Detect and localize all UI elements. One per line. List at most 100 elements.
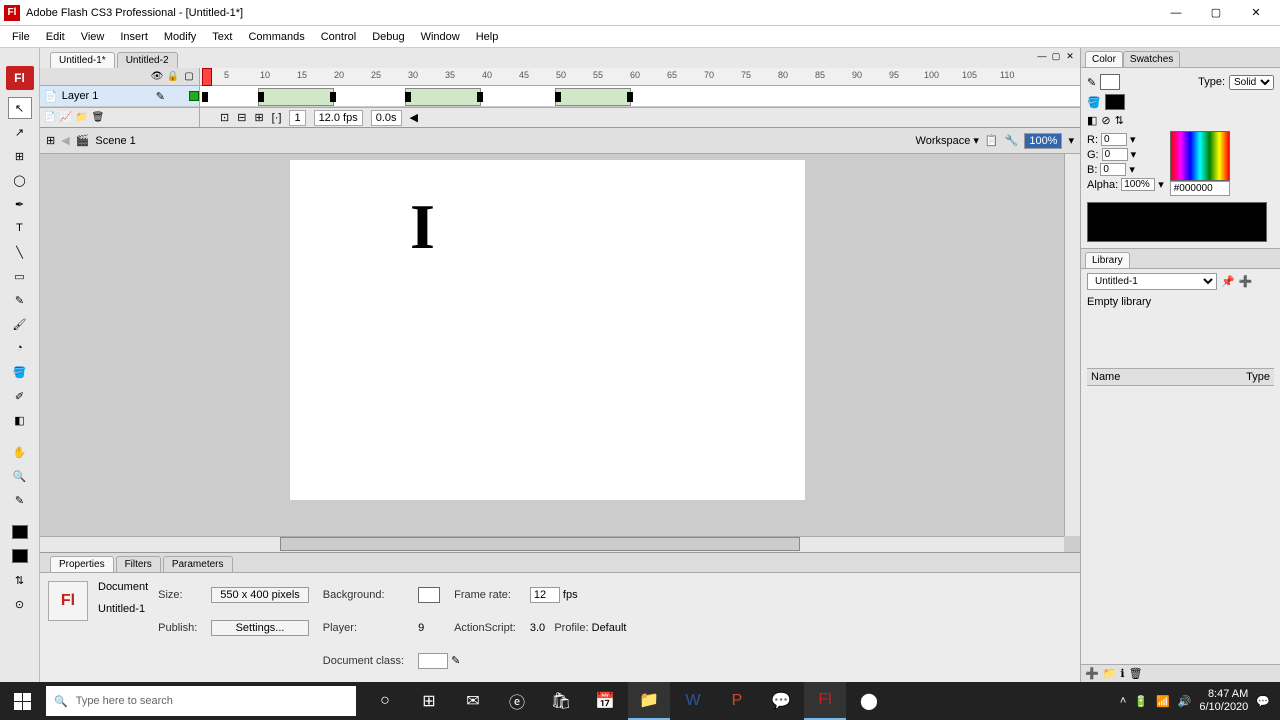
black-white-icon[interactable]: ◧ bbox=[1087, 114, 1097, 127]
line-tool[interactable]: ╲ bbox=[8, 241, 32, 263]
stroke-swatch[interactable] bbox=[8, 521, 32, 543]
no-color-icon[interactable]: ⊘ bbox=[1101, 114, 1110, 127]
edge-icon[interactable]: ⓔ bbox=[496, 682, 538, 720]
background-swatch[interactable] bbox=[418, 587, 440, 603]
show-hide-icon[interactable]: 👁 bbox=[151, 70, 163, 82]
hex-input[interactable] bbox=[1170, 181, 1230, 196]
new-layer-button[interactable]: 📄 bbox=[44, 112, 56, 124]
scrollbar-thumb[interactable] bbox=[280, 537, 800, 551]
library-col-name[interactable]: Name bbox=[1091, 371, 1246, 383]
doc-tab-1[interactable]: Untitled-1* bbox=[50, 52, 115, 68]
wifi-icon[interactable]: 📶 bbox=[1156, 695, 1170, 708]
menu-view[interactable]: View bbox=[73, 29, 113, 45]
explorer-icon[interactable]: 📁 bbox=[628, 682, 670, 720]
onion-outlines-icon[interactable]: ⊟ bbox=[237, 111, 246, 124]
new-folder-button[interactable]: 📁 bbox=[76, 112, 88, 124]
keyframe[interactable] bbox=[477, 92, 483, 102]
b-spinner-icon[interactable]: ▾ bbox=[1129, 163, 1135, 176]
r-spinner-icon[interactable]: ▾ bbox=[1130, 133, 1136, 146]
timeline-ruler[interactable]: 5 10 15 20 25 30 35 40 45 50 55 60 65 70… bbox=[200, 68, 1080, 86]
swap-colors[interactable]: ⇅ bbox=[8, 569, 32, 591]
onion-skin-icon[interactable]: ⊡ bbox=[220, 111, 229, 124]
timeline-close-icon[interactable]: ✕ bbox=[1064, 50, 1076, 62]
properties-icon[interactable]: ℹ bbox=[1120, 667, 1124, 680]
color-spectrum[interactable] bbox=[1170, 131, 1230, 181]
lasso-tool[interactable]: ◯ bbox=[8, 169, 32, 191]
new-library-icon[interactable]: ➕ bbox=[1239, 275, 1253, 288]
battery-icon[interactable]: 🔋 bbox=[1134, 695, 1148, 708]
ink-bottle-tool[interactable]: ◔ bbox=[8, 337, 32, 359]
fill-color-icon[interactable]: 🪣 bbox=[1087, 96, 1101, 109]
brush-tool[interactable]: 🖌 bbox=[8, 313, 32, 335]
menu-debug[interactable]: Debug bbox=[364, 29, 412, 45]
edit-class-icon[interactable]: ✎ bbox=[451, 655, 460, 667]
minimize-button[interactable]: — bbox=[1164, 4, 1188, 22]
edit-scene-icon[interactable]: ⊞ bbox=[46, 134, 55, 147]
framerate-input[interactable] bbox=[530, 587, 560, 603]
menu-control[interactable]: Control bbox=[313, 29, 364, 45]
cortana-icon[interactable]: ○ bbox=[364, 682, 406, 720]
edit-scene-button[interactable]: 📋 bbox=[985, 134, 999, 147]
tab-swatches[interactable]: Swatches bbox=[1123, 51, 1180, 67]
g-spinner-icon[interactable]: ▾ bbox=[1131, 148, 1137, 161]
pencil-tool[interactable]: ✎ bbox=[8, 289, 32, 311]
delete-layer-button[interactable]: 🗑 bbox=[92, 112, 104, 124]
tween-span-1[interactable] bbox=[258, 88, 334, 106]
stroke-color-tool[interactable]: ✎ bbox=[8, 489, 32, 511]
volume-icon[interactable]: 🔊 bbox=[1178, 695, 1192, 708]
line-icon[interactable]: 💬 bbox=[760, 682, 802, 720]
close-button[interactable]: ✕ bbox=[1244, 4, 1268, 22]
document-class-input[interactable] bbox=[418, 653, 448, 669]
vertical-scrollbar[interactable] bbox=[1064, 154, 1080, 536]
modify-markers-icon[interactable]: [·] bbox=[272, 112, 282, 124]
tab-parameters[interactable]: Parameters bbox=[163, 556, 233, 572]
frame-row[interactable] bbox=[200, 86, 1080, 108]
new-symbol-icon[interactable]: ➕ bbox=[1085, 667, 1099, 680]
playhead[interactable] bbox=[202, 68, 212, 86]
doc-tab-2[interactable]: Untitled-2 bbox=[117, 52, 178, 68]
outline-icon[interactable]: ▢ bbox=[183, 70, 195, 82]
menu-edit[interactable]: Edit bbox=[38, 29, 73, 45]
menu-commands[interactable]: Commands bbox=[240, 29, 312, 45]
word-icon[interactable]: W bbox=[672, 682, 714, 720]
edit-multiple-icon[interactable]: ⊞ bbox=[254, 111, 263, 124]
scroll-left-icon[interactable]: ◀ bbox=[410, 111, 418, 124]
scene-name[interactable]: Scene 1 bbox=[95, 135, 135, 147]
stroke-color-icon[interactable]: ✎ bbox=[1087, 76, 1096, 89]
b-input[interactable] bbox=[1100, 163, 1126, 176]
keyframe[interactable] bbox=[258, 92, 264, 102]
eraser-tool[interactable]: ◧ bbox=[8, 409, 32, 431]
store-icon[interactable]: 🛍 bbox=[540, 682, 582, 720]
tab-library[interactable]: Library bbox=[1085, 252, 1130, 268]
tray-expand-icon[interactable]: ˄ bbox=[1120, 695, 1126, 707]
keyframe[interactable] bbox=[405, 92, 411, 102]
library-document-select[interactable]: Untitled-1 bbox=[1087, 273, 1217, 290]
rectangle-tool[interactable]: ▭ bbox=[8, 265, 32, 287]
subselection-tool[interactable]: ↗ bbox=[8, 121, 32, 143]
menu-modify[interactable]: Modify bbox=[156, 29, 204, 45]
obs-icon[interactable]: ⬤ bbox=[848, 682, 890, 720]
alpha-input[interactable] bbox=[1121, 178, 1155, 191]
start-button[interactable] bbox=[0, 682, 44, 720]
powerpoint-icon[interactable]: P bbox=[716, 682, 758, 720]
menu-insert[interactable]: Insert bbox=[112, 29, 156, 45]
zoom-dropdown-icon[interactable]: ▾ bbox=[1068, 134, 1074, 147]
fill-type-select[interactable]: Solid bbox=[1229, 75, 1274, 90]
menu-help[interactable]: Help bbox=[468, 29, 507, 45]
library-col-type[interactable]: Type bbox=[1246, 371, 1270, 383]
swap-colors-icon[interactable]: ⇅ bbox=[1115, 114, 1124, 127]
r-input[interactable] bbox=[1101, 133, 1127, 146]
fill-swatch[interactable] bbox=[8, 545, 32, 567]
lock-icon[interactable]: 🔒 bbox=[167, 70, 179, 82]
tab-properties[interactable]: Properties bbox=[50, 556, 114, 572]
pen-tool[interactable]: ✒ bbox=[8, 193, 32, 215]
maximize-button[interactable]: ▢ bbox=[1204, 4, 1228, 22]
free-transform-tool[interactable]: ⊞ bbox=[8, 145, 32, 167]
notifications-icon[interactable]: 💬 bbox=[1256, 695, 1270, 708]
new-folder-icon[interactable]: 📁 bbox=[1103, 667, 1117, 680]
tab-filters[interactable]: Filters bbox=[116, 556, 161, 572]
back-icon[interactable]: ◀ bbox=[61, 134, 69, 147]
tween-span-3[interactable] bbox=[555, 88, 631, 106]
alpha-spinner-icon[interactable]: ▾ bbox=[1158, 178, 1164, 191]
paint-bucket-tool[interactable]: 🪣 bbox=[8, 361, 32, 383]
